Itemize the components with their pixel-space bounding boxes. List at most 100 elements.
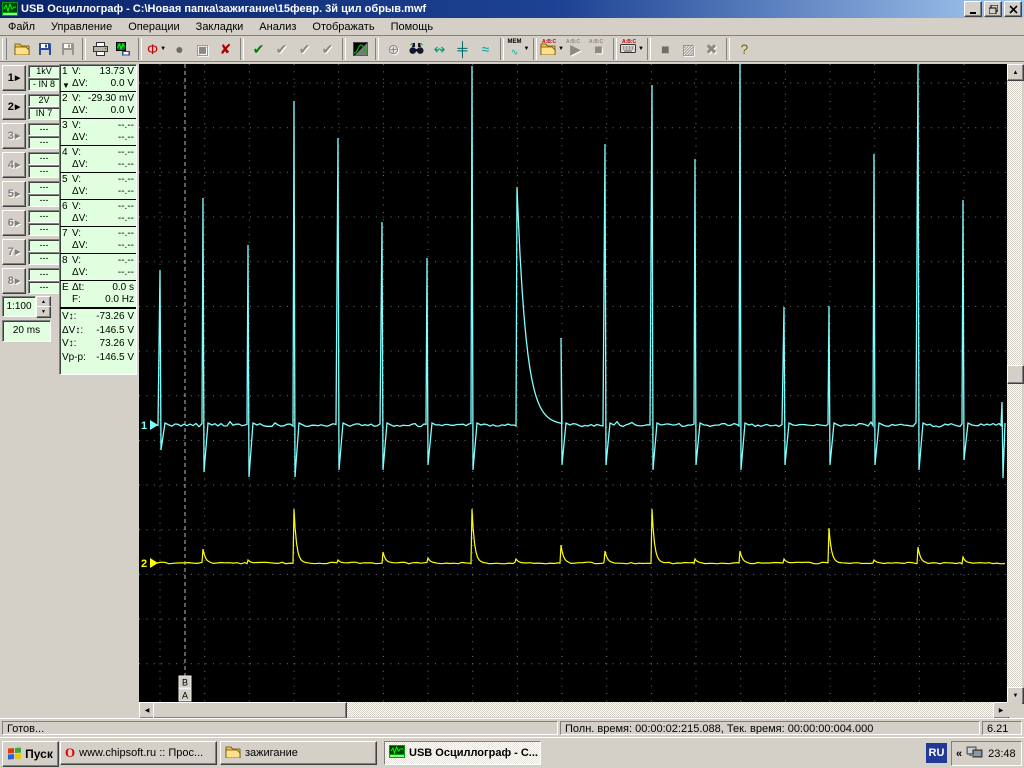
divider-spin-down-button[interactable]: ▼	[36, 306, 51, 318]
toolbar-accept-prev-button[interactable]: ✔	[293, 38, 316, 60]
toolbar-markers-button[interactable]: ╪	[451, 38, 474, 60]
toolbar-script-open-button[interactable]: A:B:C▼	[540, 38, 564, 60]
timebase-box[interactable]: 20 ms	[2, 320, 51, 342]
toolbar-record-button[interactable]: Φ▼	[145, 38, 168, 60]
measure-entry-ch2: 2V:-29.30 mV ΔV:0.0 V	[60, 92, 136, 119]
toolbar-hold-button[interactable]: ▣	[191, 38, 214, 60]
delete-record-icon: ✘	[220, 42, 232, 56]
channel-2-range-box[interactable]: 2V	[28, 94, 60, 107]
toolbar-accept-minus-button[interactable]: ✔	[270, 38, 293, 60]
probe-divider-box[interactable]: 1:100	[2, 296, 36, 317]
tray-chevron-icon[interactable]: «	[956, 748, 962, 760]
menu-item-5[interactable]: Анализ	[251, 19, 304, 35]
channel-3-input-box[interactable]: ---	[28, 136, 60, 149]
clock[interactable]: 23:48	[988, 748, 1016, 760]
channel-3-button[interactable]: 3▶	[2, 123, 26, 149]
toolbar-single-shot-button[interactable]: ●	[168, 38, 191, 60]
channel-2-input-box[interactable]: IN 7	[28, 107, 60, 120]
horizontal-scrollbar[interactable]: ◀ ▶	[139, 702, 1007, 717]
channel-4-range-box[interactable]: ---	[28, 152, 60, 165]
network-icon[interactable]	[966, 745, 984, 762]
toolbar-print-button[interactable]	[89, 38, 112, 60]
channel-4-number: 4	[8, 159, 14, 171]
channel-1-button[interactable]: 1▶	[2, 65, 26, 91]
toolbar-save-fragment-button[interactable]	[56, 38, 79, 60]
channel-5-input-box[interactable]: ---	[28, 194, 60, 207]
channel-5-range-box[interactable]: ---	[28, 181, 60, 194]
channel-7-button[interactable]: 7▶	[2, 239, 26, 265]
measure-ch7-values: V:--.-- ΔV:--.--	[71, 227, 136, 253]
channel-7-input-box[interactable]: ---	[28, 252, 60, 265]
toolbar-levels-button[interactable]: ≈	[474, 38, 497, 60]
vscroll-thumb[interactable]	[1007, 365, 1024, 384]
app-icon	[2, 2, 18, 16]
channel-5-button[interactable]: 5▶	[2, 181, 26, 207]
toolbar-display-mode-button[interactable]	[349, 38, 372, 60]
script-panel-dropdown-arrow[interactable]: ▼	[638, 46, 644, 52]
close-button[interactable]	[1004, 1, 1022, 17]
toolbar-open-file-button[interactable]	[10, 38, 33, 60]
toolbar-script-play-button[interactable]: A:B:C▶	[564, 38, 587, 60]
vertical-scrollbar[interactable]: ▲ ▼	[1007, 64, 1022, 702]
channel-1-range-box[interactable]: 1kV	[28, 65, 60, 78]
start-button[interactable]: Пуск	[2, 741, 59, 767]
taskbar-task-3[interactable]: USB Осциллограф - С...	[384, 741, 541, 765]
levels-icon: ≈	[482, 42, 490, 56]
restore-button[interactable]	[984, 1, 1002, 17]
channel-8-input-box[interactable]: ---	[28, 281, 60, 294]
toolbar-block-solid-button[interactable]: ■	[654, 38, 677, 60]
channel-2-marker-label: 2	[141, 558, 147, 570]
channel-6-button[interactable]: 6▶	[2, 210, 26, 236]
channel-2-button[interactable]: 2▶	[2, 94, 26, 120]
memory-dropdown-arrow[interactable]: ▼	[524, 46, 530, 52]
measure-ch8-values: V:--.-- ΔV:--.--	[71, 254, 136, 280]
channel-1-input-box[interactable]: - IN 8	[28, 78, 60, 91]
channel-6-range-box[interactable]: ---	[28, 210, 60, 223]
toolbar-print-screen-button[interactable]	[112, 38, 135, 60]
measure-ch4-number: 4	[60, 146, 71, 172]
toolbar-script-stop-button[interactable]: A:B:C■	[587, 38, 610, 60]
toolbar-accept-button[interactable]: ✔	[247, 38, 270, 60]
toolbar-whole-record-button[interactable]: ⊕	[382, 38, 405, 60]
toolbar-fit-vertical-button[interactable]: ↭	[428, 38, 451, 60]
menu-item-4[interactable]: Закладки	[188, 19, 252, 35]
channel-8-button[interactable]: 8▶	[2, 268, 26, 294]
channel-2-arrow-icon: ▶	[15, 103, 20, 111]
hscroll-thumb[interactable]	[153, 702, 347, 719]
block-solid-icon: ■	[661, 42, 669, 56]
menu-item-3[interactable]: Операции	[120, 19, 187, 35]
task-label: зажигание	[245, 747, 298, 759]
record-dropdown-arrow[interactable]: ▼	[160, 46, 166, 52]
toolbar-grip[interactable]	[2, 38, 7, 60]
toolbar-help-button[interactable]: ?	[733, 38, 756, 60]
toolbar-delete-record-button[interactable]: ✘	[214, 38, 237, 60]
channel-6-input-box[interactable]: ---	[28, 223, 60, 236]
toolbar-memory-button[interactable]: MEM∿▼	[507, 38, 530, 60]
channel-8-range-box[interactable]: ---	[28, 268, 60, 281]
menu-item-2[interactable]: Управление	[43, 19, 120, 35]
taskbar-task-2[interactable]: зажигание	[220, 741, 377, 765]
minimize-button[interactable]	[964, 1, 982, 17]
language-indicator[interactable]: RU	[926, 743, 947, 763]
measure-ch2-number: 2	[60, 92, 71, 118]
toolbar-search-button[interactable]	[405, 38, 428, 60]
taskbar-task-1[interactable]: Owww.chipsoft.ru :: Прос...	[60, 741, 217, 765]
scope-plot[interactable]: BA12	[139, 64, 1007, 702]
toolbar-accept-next-button[interactable]: ✔	[316, 38, 339, 60]
vscroll-up-button[interactable]: ▲	[1007, 64, 1024, 81]
toolbar-block-dither-button[interactable]: ▨	[677, 38, 700, 60]
task-label: USB Осциллограф - С...	[409, 747, 538, 759]
menu-item-1[interactable]: Файл	[0, 19, 43, 35]
toolbar-script-panel-button[interactable]: A:B:C▼	[620, 38, 644, 60]
channel-3-range-box[interactable]: ---	[28, 123, 60, 136]
toolbar-block-delete-button[interactable]: ✖	[700, 38, 723, 60]
channel-7-range-box[interactable]: ---	[28, 239, 60, 252]
channel-row-1: 1▶1kV- IN 8	[2, 64, 58, 93]
oscilloscope-icon	[389, 745, 405, 761]
menu-item-7[interactable]: Помощь	[383, 19, 442, 35]
accept-prev-icon: ✔	[299, 42, 311, 56]
menu-item-6[interactable]: Отображать	[304, 19, 382, 35]
toolbar-save-file-button[interactable]	[33, 38, 56, 60]
channel-4-button[interactable]: 4▶	[2, 152, 26, 178]
channel-4-input-box[interactable]: ---	[28, 165, 60, 178]
